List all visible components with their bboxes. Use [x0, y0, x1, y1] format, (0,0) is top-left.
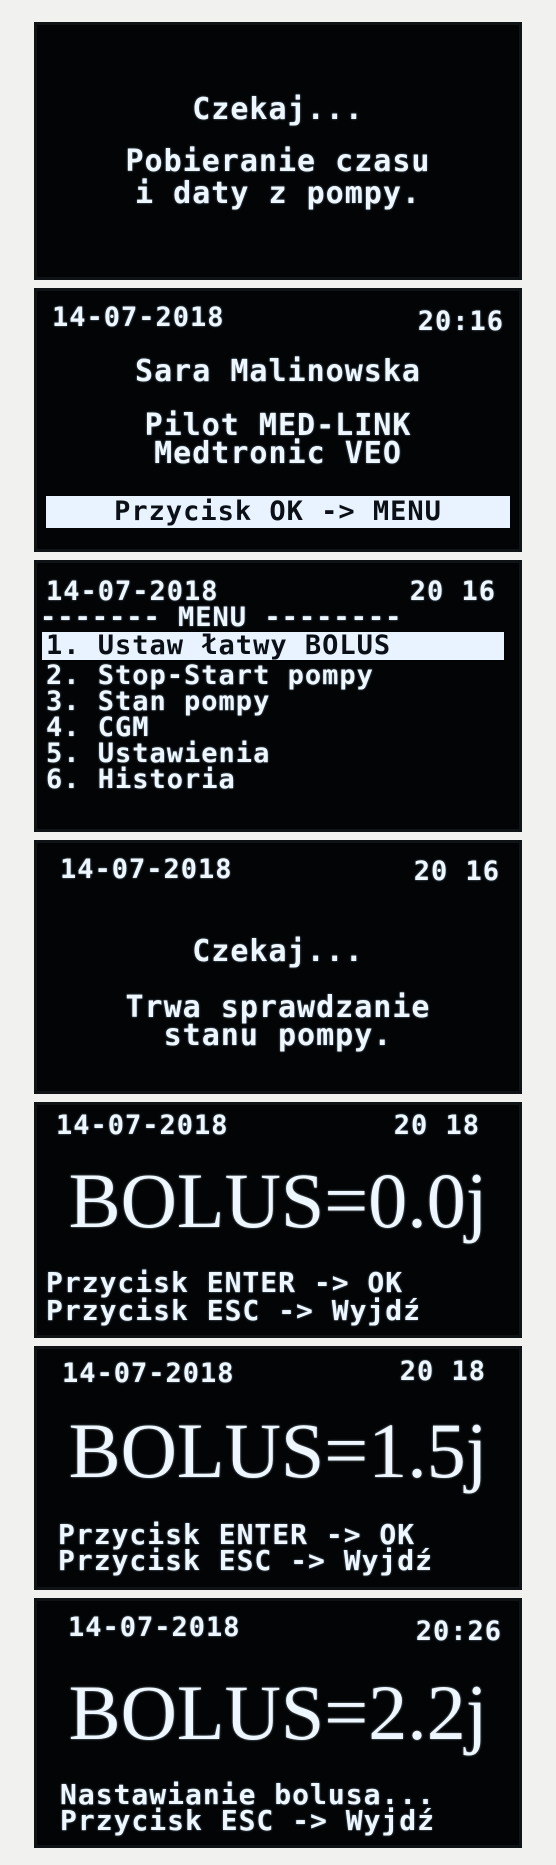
bolus-value: BOLUS=1.5j — [68, 1407, 488, 1494]
time-label: 20 18 — [393, 1110, 480, 1141]
menu-header: ------- MENU -------- — [40, 602, 403, 633]
screen-bolus-zero: 14-07-2018 20 18 BOLUS=0.0j Przycisk ENT… — [34, 1102, 522, 1338]
time-label: 20:26 — [415, 1616, 502, 1647]
screen-welcome: 14-07-2018 20:16 Sara Malinowska Pilot M… — [34, 288, 522, 552]
status-line-1: Pobieranie czasu — [125, 144, 431, 179]
menu-item-history[interactable]: 6. Historia — [46, 764, 236, 795]
time-label: 20:16 — [417, 306, 504, 337]
wait-message: Czekaj... — [192, 934, 364, 969]
device-line-2: Medtronic VEO — [154, 436, 402, 471]
wait-message: Czekaj... — [192, 92, 364, 127]
date-label: 14-07-2018 — [62, 1358, 235, 1389]
user-name: Sara Malinowska — [135, 354, 421, 389]
time-label: 20 16 — [413, 856, 500, 887]
screen-bolus-delivering: 14-07-2018 20:26 BOLUS=2.2j Nastawianie … — [34, 1598, 522, 1848]
screen-main-menu: 14-07-2018 20 16 ------- MENU -------- 1… — [34, 560, 522, 832]
esc-hint: Przycisk ESC -> Wyjdź — [46, 1294, 422, 1327]
date-label: 14-07-2018 — [56, 1110, 229, 1141]
time-label: 20 16 — [409, 576, 496, 607]
screen-sync-time: Czekaj... Pobieranie czasu i daty z pomp… — [34, 22, 522, 280]
date-label: 14-07-2018 — [68, 1612, 241, 1643]
time-label: 20 18 — [399, 1356, 486, 1387]
menu-item-bolus[interactable]: 1. Ustaw łatwy BOLUS — [42, 632, 504, 660]
date-label: 14-07-2018 — [60, 854, 233, 885]
menu-hint-bar[interactable]: Przycisk OK -> MENU — [46, 496, 510, 528]
status-line-2: i daty z pompy. — [135, 176, 421, 211]
bolus-value: BOLUS=2.2j — [68, 1669, 488, 1756]
esc-hint: Przycisk ESC -> Wyjdź — [60, 1804, 436, 1837]
screen-check-pump: 14-07-2018 20 16 Czekaj... Trwa sprawdza… — [34, 840, 522, 1094]
esc-hint: Przycisk ESC -> Wyjdź — [58, 1544, 434, 1577]
date-label: 14-07-2018 — [52, 302, 225, 333]
bolus-value: BOLUS=0.0j — [68, 1157, 488, 1244]
screen-bolus-set: 14-07-2018 20 18 BOLUS=1.5j Przycisk ENT… — [34, 1346, 522, 1590]
status-line-2: stanu pompy. — [163, 1018, 393, 1053]
